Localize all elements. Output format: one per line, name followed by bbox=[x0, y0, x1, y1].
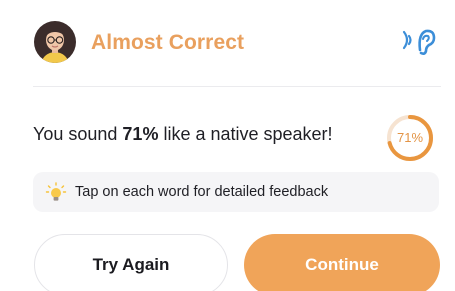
tip-text: Tap on each word for detailed feedback bbox=[75, 184, 329, 200]
feedback-title: Almost Correct bbox=[91, 31, 245, 54]
tip-banner: Tap on each word for detailed feedback bbox=[33, 172, 439, 212]
ear-sound-icon[interactable] bbox=[401, 24, 441, 60]
feedback-header: Almost Correct bbox=[33, 20, 443, 66]
score-text: You sound 71% like a native speaker! bbox=[33, 124, 333, 144]
continue-button[interactable]: Continue bbox=[244, 234, 440, 291]
score-ring-label: 71% bbox=[396, 130, 424, 145]
try-again-button[interactable]: Try Again bbox=[34, 234, 228, 291]
divider bbox=[33, 86, 441, 87]
lightbulb-icon bbox=[45, 182, 67, 201]
score-percent: 71% bbox=[122, 124, 159, 144]
avatar bbox=[34, 21, 76, 63]
score-row: You sound 71% like a native speaker! 71% bbox=[33, 115, 443, 161]
score-ring: 71% bbox=[383, 111, 437, 165]
